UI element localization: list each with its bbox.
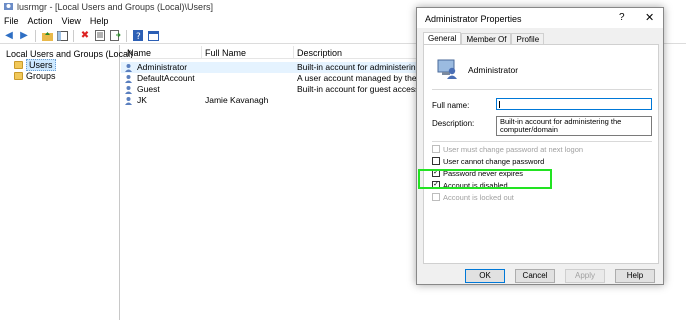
tree-item-groups-label: Groups [26, 70, 56, 81]
row-description: Built-in account for administering th [297, 62, 421, 72]
menu-action[interactable]: Action [28, 16, 53, 26]
column-divider[interactable] [201, 46, 202, 58]
ok-button[interactable]: OK [465, 269, 505, 283]
table-row[interactable]: JK Jamie Kavanagh [121, 95, 421, 106]
properties-dialog: Administrator Properties ? ✕ General Mem… [416, 7, 664, 285]
column-header-description[interactable]: Description [297, 48, 342, 58]
account-name: Administrator [468, 65, 519, 75]
row-name: DefaultAccount [137, 73, 195, 83]
dialog-title: Administrator Properties [425, 14, 522, 24]
window-title: lusrmgr - [Local Users and Groups (Local… [17, 2, 214, 12]
checkbox-box [432, 157, 440, 165]
user-icon [125, 97, 132, 105]
column-divider[interactable] [293, 46, 294, 58]
row-name: Guest [137, 84, 160, 94]
properties-icon[interactable] [94, 30, 106, 42]
dialog-titlebar[interactable]: Administrator Properties ? ✕ [417, 8, 663, 28]
cancel-button[interactable]: Cancel [515, 269, 555, 283]
back-arrow-icon[interactable]: ◀ [3, 30, 15, 42]
folder-icon [14, 60, 23, 69]
column-header-full-name[interactable]: Full Name [205, 48, 246, 58]
user-icon [125, 75, 132, 83]
users-list: Name Full Name Description Administrator… [121, 45, 421, 320]
divider [432, 89, 652, 90]
tree-item-groups[interactable]: Groups [0, 70, 119, 81]
highlight-box [418, 169, 552, 189]
column-header-name[interactable]: Name [127, 48, 151, 58]
description-field[interactable]: Built-in account for administering the c… [496, 116, 652, 136]
full-name-label: Full name: [432, 101, 470, 110]
user-icon [125, 64, 132, 72]
divider [432, 141, 652, 142]
help-button[interactable]: Help [615, 269, 655, 283]
help-icon[interactable]: ? [132, 30, 144, 42]
navigation-tree: Local Users and Groups (Local) Users Gro… [0, 45, 133, 320]
toolbar-separator [73, 29, 74, 42]
user-icon [125, 86, 132, 94]
table-row[interactable]: Guest Built-in account for guest access … [121, 84, 421, 95]
must-change-password-checkbox[interactable]: User must change password at next logon [432, 144, 583, 154]
menu-help[interactable]: Help [90, 16, 109, 26]
svg-text:?: ? [136, 32, 141, 41]
apply-button[interactable]: Apply [565, 269, 605, 283]
delete-icon[interactable]: ✖ [79, 30, 91, 42]
checkbox-label: Account is locked out [443, 192, 514, 202]
toolbar-separator [35, 29, 36, 42]
cannot-change-password-checkbox[interactable]: User cannot change password [432, 156, 544, 166]
row-name: JK [137, 95, 147, 105]
table-row[interactable]: Administrator Built-in account for admin… [121, 62, 421, 73]
row-description: Built-in account for guest access to t [297, 84, 421, 94]
tree-root-label: Local Users and Groups (Local) [6, 48, 134, 59]
description-label: Description: [432, 119, 475, 128]
checkbox-box [432, 145, 440, 153]
show-hide-tree-icon[interactable] [56, 30, 68, 42]
dialog-help-icon[interactable]: ? [619, 12, 625, 23]
table-row[interactable]: DefaultAccount A user account managed by… [121, 73, 421, 84]
export-list-icon[interactable] [109, 30, 121, 42]
row-name: Administrator [137, 62, 188, 72]
row-description: A user account managed by the syste [297, 73, 421, 83]
up-folder-icon[interactable] [41, 30, 53, 42]
console-icon[interactable] [147, 30, 159, 42]
tree-root[interactable]: Local Users and Groups (Local) [0, 48, 133, 59]
menu-file[interactable]: File [4, 16, 19, 26]
menu-view[interactable]: View [62, 16, 81, 26]
toolbar-separator [126, 29, 127, 42]
folder-icon [14, 71, 23, 80]
checkbox-label: User cannot change password [443, 156, 545, 166]
row-full-name: Jamie Kavanagh [205, 95, 269, 105]
user-account-icon [437, 59, 457, 79]
text-caret [499, 101, 500, 108]
tree-item-users-label: Users [26, 58, 56, 71]
general-tab-panel: Administrator Full name: Description: Bu… [423, 44, 659, 264]
account-locked-out-checkbox[interactable]: Account is locked out [432, 192, 514, 202]
checkbox-label: User must change password at next logon [443, 144, 584, 154]
checkbox-box [432, 193, 440, 201]
lusrmgr-app-icon [4, 2, 13, 10]
dialog-close-icon[interactable]: ✕ [645, 11, 654, 24]
forward-arrow-icon[interactable]: ▶ [18, 30, 30, 42]
list-header: Name Full Name Description [121, 45, 421, 59]
tree-item-users[interactable]: Users [0, 58, 119, 71]
full-name-field[interactable] [496, 98, 652, 110]
